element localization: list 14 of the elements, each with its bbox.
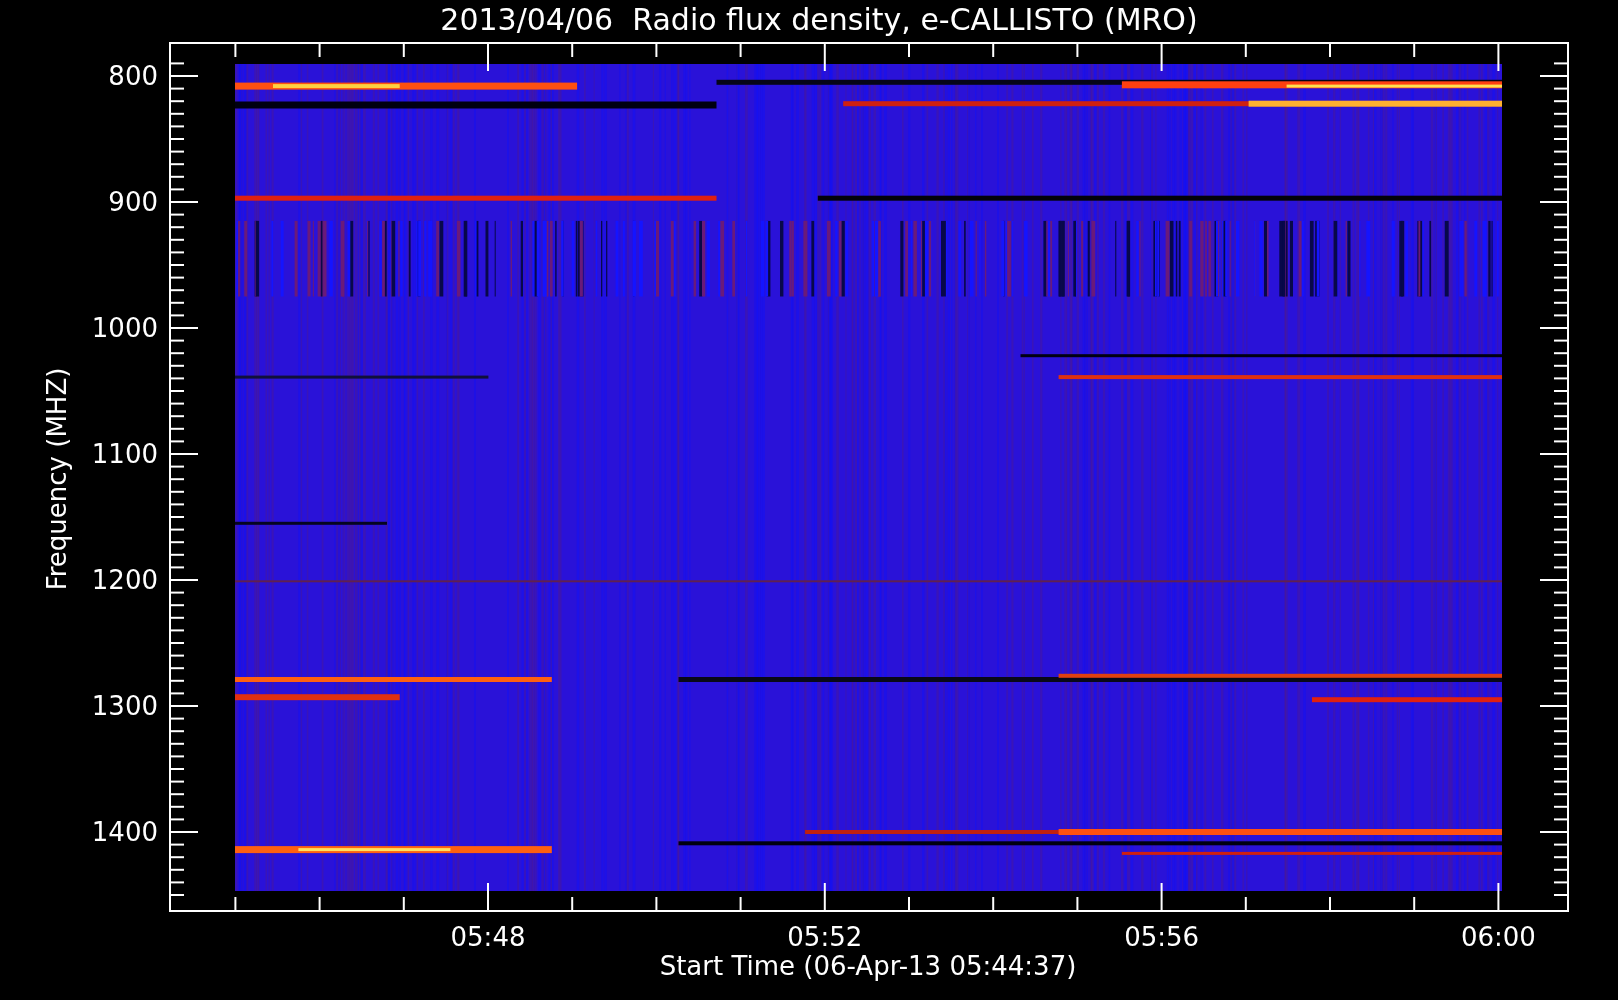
tick-label: 1100 (91, 439, 158, 469)
tick-label: 1300 (91, 691, 158, 721)
tick-label: 900 (108, 187, 158, 217)
axis-label: Start Time (06-Apr-13 05:44:37) (659, 951, 1077, 981)
tick-label: 06:00 (1460, 922, 1536, 952)
chart-title: 2013/04/06 Radio flux density, e-CALLISTO (MRO) (440, 2, 1198, 37)
tick-label: 1200 (91, 565, 158, 595)
axis-label: Frequency (MHZ) (42, 367, 72, 591)
tick-label: 05:52 (787, 922, 863, 952)
tick-label: 05:56 (1124, 922, 1200, 952)
tick-label: 800 (108, 61, 158, 91)
tick-label: 1400 (91, 817, 158, 847)
tick-label: 1000 (91, 313, 158, 343)
tick-label: 05:48 (450, 922, 526, 952)
